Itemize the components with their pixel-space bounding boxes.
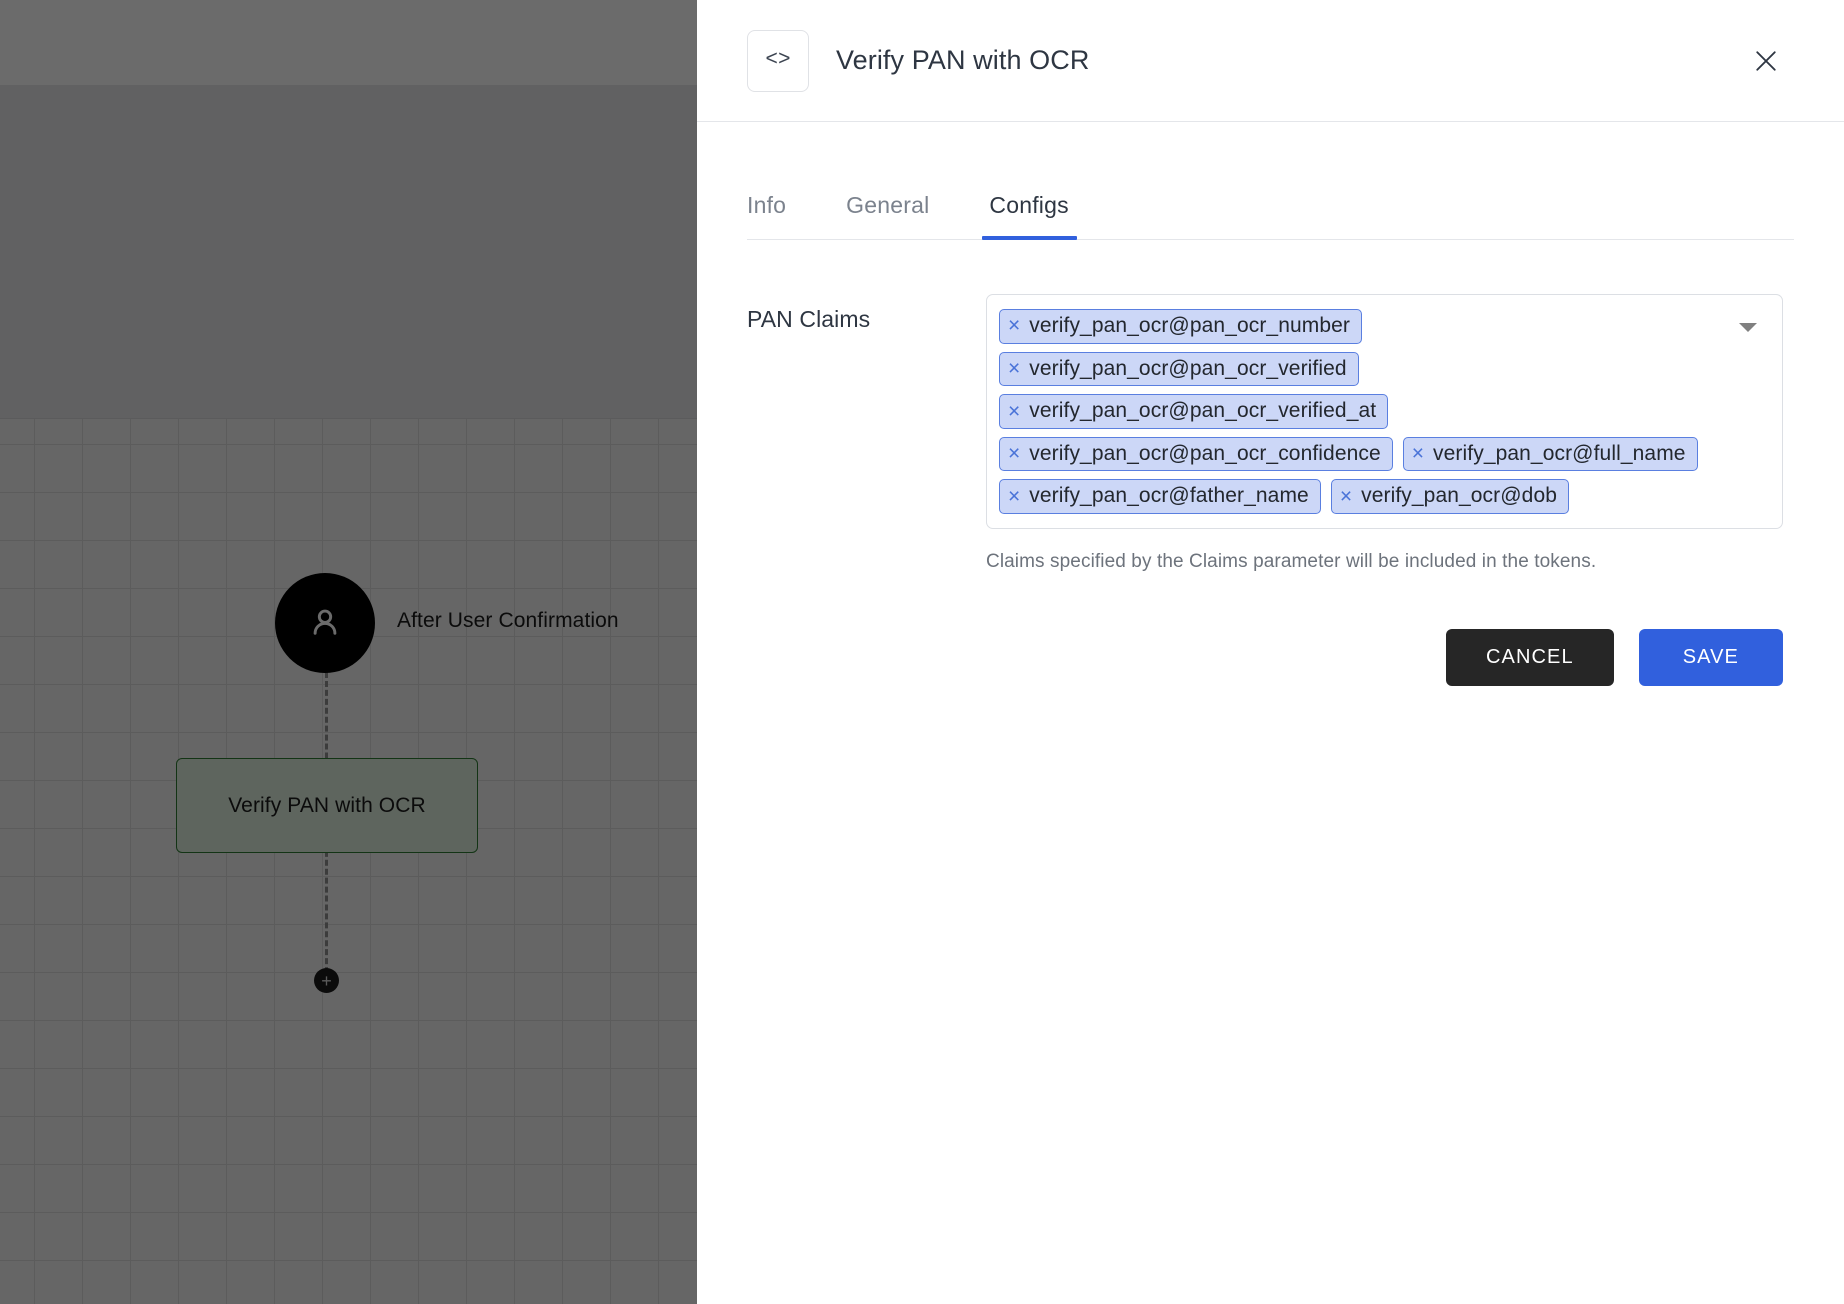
drawer-actions: CANCEL SAVE xyxy=(986,629,1783,687)
chip-remove-icon[interactable]: × xyxy=(1008,401,1020,422)
chip-label: verify_pan_ocr@dob xyxy=(1361,484,1558,508)
save-button[interactable]: SAVE xyxy=(1638,629,1783,687)
code-icon-glyph: <> xyxy=(765,49,791,72)
person-icon xyxy=(303,601,347,645)
add-step-button[interactable]: + xyxy=(314,968,339,993)
chip-remove-icon[interactable]: × xyxy=(1340,486,1352,507)
pan-claims-multiselect[interactable]: × verify_pan_ocr@pan_ocr_number × verify… xyxy=(986,294,1783,530)
chip-item[interactable]: × verify_pan_ocr@pan_ocr_verified_at xyxy=(999,394,1389,429)
page-title: Verify PAN with OCR xyxy=(836,45,1090,75)
tab-general[interactable]: General xyxy=(846,192,929,239)
plus-icon: + xyxy=(321,970,332,991)
flow-trigger-node[interactable] xyxy=(275,573,375,673)
pan-claims-helper-text: Claims specified by the Claims parameter… xyxy=(986,551,1597,573)
cancel-button[interactable]: CANCEL xyxy=(1445,629,1614,687)
chip-label: verify_pan_ocr@father_name xyxy=(1029,484,1309,508)
chip-remove-icon[interactable]: × xyxy=(1008,443,1020,464)
pan-claims-label: PAN Claims xyxy=(747,306,871,332)
chip-label: verify_pan_ocr@pan_ocr_number xyxy=(1029,314,1350,337)
chip-remove-icon[interactable]: × xyxy=(1412,443,1424,464)
node-config-drawer: <> Verify PAN with OCR Info General Conf… xyxy=(697,0,1844,1304)
chip-remove-icon[interactable]: × xyxy=(1008,358,1020,379)
app-screen: After User Confirmation Verify PAN with … xyxy=(0,0,1844,1304)
close-icon[interactable] xyxy=(1744,39,1788,83)
chip-list: × verify_pan_ocr@pan_ocr_number × verify… xyxy=(999,309,1718,515)
chip-remove-icon[interactable]: × xyxy=(1008,486,1020,507)
pan-claims-row: PAN Claims × verify_pan_ocr@pan_ocr_numb… xyxy=(747,294,1794,687)
chip-label: verify_pan_ocr@pan_ocr_confidence xyxy=(1029,441,1381,465)
chip-label: verify_pan_ocr@pan_ocr_verified xyxy=(1029,356,1347,380)
canvas-sub-panel xyxy=(0,85,697,419)
flow-trigger-label: After User Confirmation xyxy=(397,609,619,632)
chip-item[interactable]: × verify_pan_ocr@dob xyxy=(1330,479,1570,515)
tab-info[interactable]: Info xyxy=(747,192,786,239)
flow-action-node[interactable]: Verify PAN with OCR xyxy=(176,758,478,853)
chip-item[interactable]: × verify_pan_ocr@pan_ocr_confidence xyxy=(999,436,1393,472)
canvas-top-bar xyxy=(0,0,697,85)
chip-label: verify_pan_ocr@pan_ocr_verified_at xyxy=(1029,399,1377,423)
chevron-down-icon[interactable] xyxy=(1739,323,1757,332)
pan-claims-field: × verify_pan_ocr@pan_ocr_number × verify… xyxy=(986,294,1783,687)
chip-item[interactable]: × verify_pan_ocr@father_name xyxy=(999,479,1321,515)
chip-item[interactable]: × verify_pan_ocr@pan_ocr_verified xyxy=(999,351,1359,387)
chip-label: verify_pan_ocr@full_name xyxy=(1433,441,1686,465)
chip-remove-icon[interactable]: × xyxy=(1008,315,1020,336)
drawer-header: <> Verify PAN with OCR xyxy=(697,0,1844,122)
code-icon: <> xyxy=(747,29,809,92)
drawer-tabs: Info General Configs xyxy=(747,162,1794,240)
flow-action-node-label: Verify PAN with OCR xyxy=(228,793,426,817)
tab-configs[interactable]: Configs xyxy=(982,192,1078,240)
drawer-body: Info General Configs PAN Claims × verify… xyxy=(697,122,1844,1304)
chip-item[interactable]: × verify_pan_ocr@pan_ocr_number xyxy=(999,309,1362,344)
workflow-canvas[interactable]: After User Confirmation Verify PAN with … xyxy=(0,0,697,1304)
chip-item[interactable]: × verify_pan_ocr@full_name xyxy=(1402,436,1698,472)
